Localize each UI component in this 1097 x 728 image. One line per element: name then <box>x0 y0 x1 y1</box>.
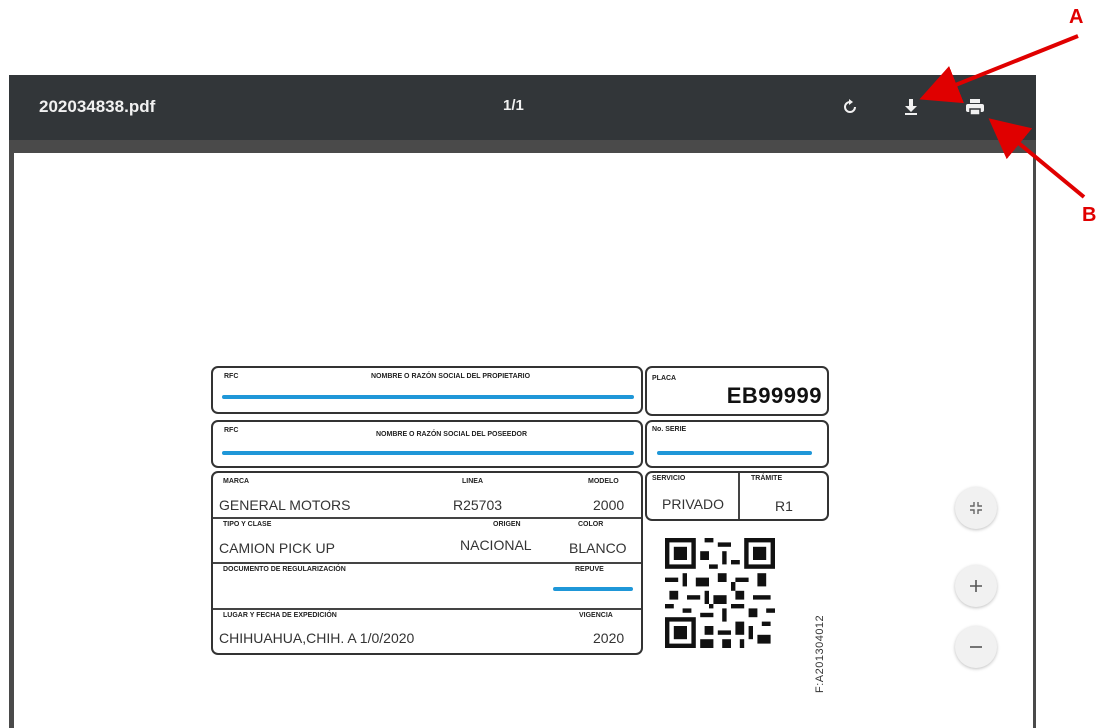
annotation-a-label: A <box>1069 6 1084 28</box>
annotation-arrows <box>919 34 1086 199</box>
arrow-a <box>919 34 1079 104</box>
arrow-b <box>988 118 1086 199</box>
annotation-b-label: B <box>1082 204 1097 226</box>
